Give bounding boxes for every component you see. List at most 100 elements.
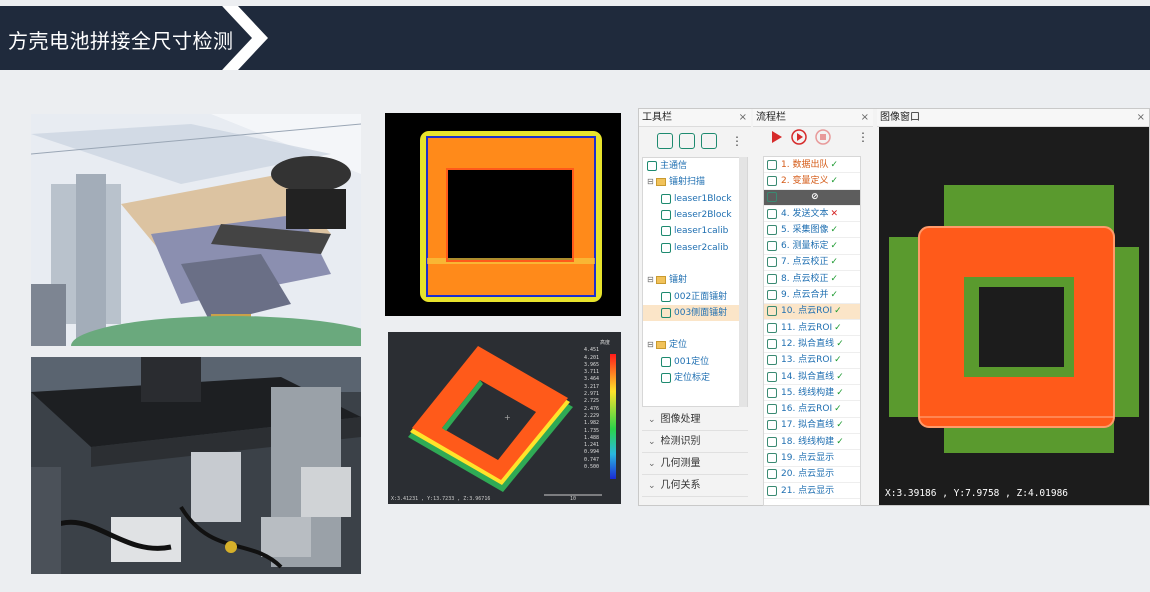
tree-item[interactable]: 主通信 [643, 158, 747, 174]
flow-step-label: 8. 点云校正 [781, 273, 829, 284]
step-icon [767, 485, 777, 496]
flow-controls: ⋮ [769, 129, 869, 145]
more-icon[interactable]: ⋮ [857, 130, 869, 144]
tree-item[interactable]: 定位标定 [643, 370, 747, 386]
tree-item[interactable]: 003侧面镭射 [643, 304, 747, 321]
flow-step[interactable]: 21. 点云显示 [764, 483, 860, 500]
scan2-scale: 10 [570, 496, 577, 502]
flow-step[interactable]: 5. 采集图像 ✓ [764, 222, 860, 239]
step-icon [767, 355, 777, 366]
category-0[interactable]: ⌄ 图像处理 [642, 409, 748, 431]
tree-item[interactable]: leaser2Block [643, 207, 747, 223]
tree-folder[interactable]: ⊟ 定位 [643, 337, 747, 353]
tree-item-label: leaser2Block [674, 210, 732, 221]
chevron-down-icon: ⌄ [648, 481, 656, 491]
run-once-icon[interactable] [769, 130, 783, 144]
flow-step[interactable]: 19. 点云显示 [764, 450, 860, 467]
flow-step[interactable]: 18. 线线构建 ✓ [764, 434, 860, 451]
step-icon [767, 224, 777, 235]
stop-icon[interactable] [815, 129, 831, 145]
legend-value: 0.747 [584, 456, 600, 463]
category-2[interactable]: ⌄ 几何测量 [642, 453, 748, 475]
step-icon [767, 338, 777, 349]
cursor-coords: X:3.39186 , Y:7.9758 , Z:4.01986 [885, 488, 1069, 499]
step-icon [767, 192, 777, 203]
tree-folder[interactable]: ⊟ 镭射 [643, 272, 747, 288]
tree-item[interactable]: leaser2calib [643, 239, 747, 255]
tool-link-icon[interactable] [679, 133, 695, 149]
tree-item-label: 003侧面镭射 [674, 307, 728, 318]
tree-item-label: 镭射扫描 [669, 177, 706, 188]
flow-step[interactable]: 8. 点云校正 ✓ [764, 271, 860, 288]
flow-step[interactable]: 6. 测量标定 ✓ [764, 238, 860, 255]
more-icon[interactable]: ⋮ [731, 134, 743, 148]
flow-step[interactable]: 9. 点云合并 ✓ [764, 287, 860, 304]
step-status-icon: ✕ [830, 208, 838, 219]
flow-step[interactable]: 13. 点云ROI ✓ [764, 353, 860, 369]
tool-add-icon[interactable] [657, 133, 673, 149]
image-window-header: 图像窗口 × [877, 109, 1149, 127]
tree-item[interactable]: 002正面镭射 [643, 288, 747, 304]
step-status-icon: ✓ [836, 371, 844, 382]
category-3[interactable]: ⌄ 几何关系 [642, 475, 748, 497]
collapse-icon[interactable]: ⊟ [647, 272, 655, 288]
flow-step-label: 17. 拟合直线 [781, 420, 835, 431]
tree-item[interactable]: 001定位 [643, 354, 747, 370]
legend-value: 0.994 [584, 449, 600, 456]
close-icon[interactable]: × [739, 109, 747, 127]
flow-step[interactable]: 2. 变量定义 ✓ [764, 173, 860, 190]
tree-item[interactable]: leaser1Block [643, 191, 747, 207]
tool-node-icon [661, 242, 671, 253]
run-loop-icon[interactable] [791, 129, 807, 145]
tree-item-label: leaser1calib [674, 226, 729, 237]
flow-step[interactable]: 11. 点云ROI ✓ [764, 320, 860, 337]
collapse-icon[interactable]: ⊟ [647, 174, 655, 190]
step-icon [767, 290, 777, 301]
tree-folder[interactable]: ⊟ 镭射扫描 [643, 174, 747, 190]
flow-step[interactable]: 17. 拟合直线 ✓ [764, 418, 860, 435]
step-icon [767, 420, 777, 431]
flow-step[interactable]: 20. 点云显示 [764, 467, 860, 483]
flow-step-label: 10. 点云ROI [781, 306, 833, 317]
flow-pane-header: 流程栏 × [753, 109, 873, 127]
flow-step[interactable]: 1. 数据出队 ✓ [764, 157, 860, 174]
flow-step[interactable]: 14. 拟合直线 ✓ [764, 369, 860, 386]
tree-item-label: 定位 [669, 340, 688, 351]
flow-step[interactable]: ⊘ [764, 189, 860, 206]
step-status-icon: ✓ [836, 420, 844, 431]
tree-item-label: 001定位 [674, 356, 710, 367]
tree-item[interactable]: leaser1calib [643, 223, 747, 239]
flow-step[interactable]: 15. 线线构建 ✓ [764, 385, 860, 402]
collapse-icon[interactable]: ⊟ [647, 337, 655, 353]
flow-step[interactable]: 16. 点云ROI ✓ [764, 401, 860, 418]
flow-step[interactable]: 4. 发送文本 ✕ [764, 206, 860, 223]
image-window-title: 图像窗口 [880, 112, 920, 123]
flow-step[interactable]: 7. 点云校正 ✓ [764, 255, 860, 272]
step-status-icon: ✓ [834, 306, 842, 317]
legend-value: 3.464 [584, 376, 600, 383]
folder-icon [656, 341, 666, 350]
step-status-icon: ✓ [830, 257, 838, 268]
category-label: 图像处理 [660, 414, 701, 425]
close-icon[interactable]: × [861, 109, 869, 127]
legend-value: 3.965 [584, 361, 600, 368]
tool-branch-icon[interactable] [701, 133, 717, 149]
flow-step-label: 2. 变量定义 [781, 175, 829, 186]
close-icon[interactable]: × [1137, 109, 1145, 127]
image-viewport[interactable]: X:3.39186 , Y:7.9758 , Z:4.01986 [879, 127, 1149, 505]
category-1[interactable]: ⌄ 检测识别 [642, 431, 748, 453]
flow-list: 1. 数据出队 ✓ 2. 变量定义 ✓ ⊘ 4. 发送文本 ✕ 5. 采集图像 ✓ 6. 测量标定… [763, 156, 861, 506]
tree-item-label: 定位标定 [674, 373, 711, 383]
flow-step[interactable]: 10. 点云ROI ✓ [764, 303, 860, 320]
cad-rendering [31, 114, 361, 346]
step-icon [767, 371, 777, 382]
category-label: 几何关系 [660, 480, 701, 491]
tool-tree-scrollbar[interactable] [739, 157, 747, 407]
step-icon [767, 175, 777, 186]
flow-step[interactable]: 12. 拟合直线 ✓ [764, 336, 860, 353]
height-legend: 高度 4.451 4.201 3.965 3.711 3.464 3.217 2.971 2.… [584, 340, 610, 471]
legend-value: 1.735 [584, 427, 600, 434]
legend-value: 2.476 [584, 405, 600, 412]
chevron-down-icon: ⌄ [648, 459, 656, 469]
step-status-icon: ✓ [836, 436, 844, 447]
